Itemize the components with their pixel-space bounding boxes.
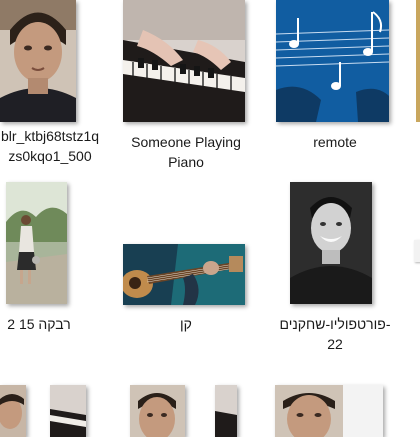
piano-photo-thumbnail [50, 385, 86, 437]
file-name-label: Someone Playing Piano [131, 134, 241, 170]
partial-thumbnail-right-2 [414, 240, 420, 262]
file-item-portfolio-actors-22[interactable]: פורטפוליו-שחקנים- 22 [270, 182, 400, 362]
file-item-row3-2[interactable] [130, 385, 240, 437]
portrait-photo-thumbnail [0, 0, 76, 122]
portrait-photo-thumbnail [275, 385, 383, 437]
piano-photo-thumbnail [215, 385, 237, 437]
smiling-man-photo-thumbnail [290, 182, 372, 304]
file-item-remote[interactable]: remote [270, 0, 400, 180]
guitar-photo-thumbnail [123, 244, 245, 305]
piano-photo-thumbnail [123, 0, 245, 122]
file-item-portrait[interactable]: blr_ktbj68tstz1q zs0kqo1_500 [0, 0, 110, 180]
woman-walking-photo-thumbnail [6, 182, 67, 304]
file-name-label: רבקה 15 2 [7, 316, 71, 332]
file-item-someone-playing-piano[interactable]: Someone Playing Piano [118, 0, 254, 180]
file-item-ken[interactable]: קן [118, 182, 254, 342]
portrait-photo-thumbnail [130, 385, 185, 437]
file-item-rivka[interactable]: רבקה 15 2 [0, 182, 80, 342]
file-name-label: remote [313, 134, 357, 150]
file-name-label: פורטפוליו-שחקנים- 22 [279, 316, 391, 352]
file-name-label: קן [180, 316, 192, 332]
file-item-row3-1[interactable] [0, 385, 90, 437]
music-notes-photo-thumbnail [276, 0, 389, 122]
file-name-label: blr_ktbj68tstz1q zs0kqo1_500 [0, 128, 100, 164]
partial-thumbnail-right [416, 0, 420, 122]
portrait-photo-thumbnail [0, 385, 26, 437]
file-item-row3-3[interactable] [275, 385, 385, 437]
